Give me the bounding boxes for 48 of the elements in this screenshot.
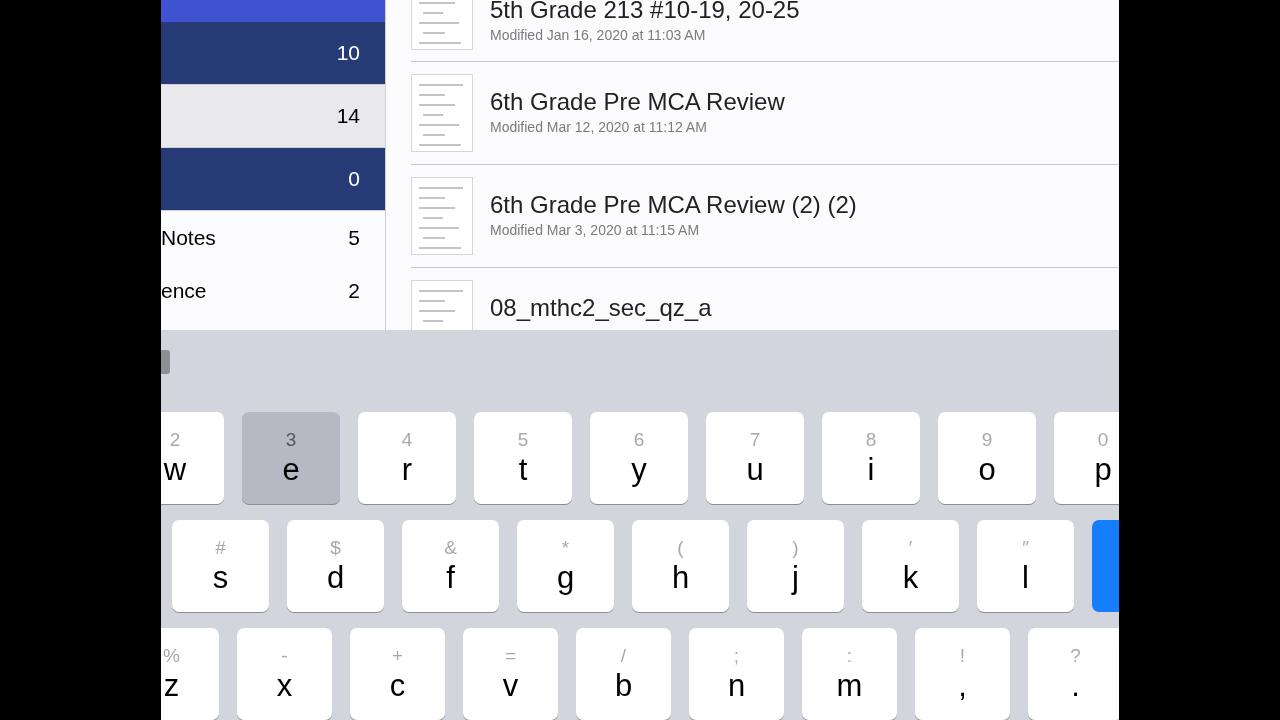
file-row[interactable]: 08_mthc2_sec_qz_a — [411, 268, 1119, 330]
keyboard-key[interactable]: & f — [402, 520, 499, 612]
keyboard-key[interactable]: ′ k — [862, 520, 959, 612]
file-row[interactable]: 5th Grade 213 #10-19, 20-25 Modified Jan 16, 2020 at 11:03 AM — [411, 0, 1119, 62]
keyboard-key[interactable]: = v — [463, 628, 558, 720]
keyboard-key[interactable]: 3 e — [242, 412, 340, 504]
keyboard-key[interactable]: 7 u — [706, 412, 804, 504]
toolbar-icon[interactable] — [161, 350, 170, 374]
sidebar-item[interactable]: 14 — [161, 85, 385, 148]
item-count: 0 — [348, 166, 360, 193]
keyboard-key[interactable]: - x — [237, 628, 332, 720]
item-count: 5 — [348, 224, 360, 251]
keyboard-key[interactable]: 0 p — [1054, 412, 1119, 504]
item-label: Notes — [161, 224, 216, 251]
item-count: 2 — [348, 277, 360, 304]
file-title: 6th Grade Pre MCA Review (2) (2) — [490, 191, 857, 219]
keyboard-key[interactable]: ) j — [747, 520, 844, 612]
keyboard-key[interactable]: ? . — [1028, 628, 1119, 720]
keyboard-key[interactable]: % z — [161, 628, 219, 720]
keyboard-key[interactable]: * g — [517, 520, 614, 612]
item-count: 10 — [336, 40, 360, 67]
keyboard-key[interactable]: $ d — [287, 520, 384, 612]
keyboard-key[interactable]: / b — [576, 628, 671, 720]
item-count: 14 — [336, 103, 360, 130]
keyboard-key[interactable]: 4 r — [358, 412, 456, 504]
sidebar-item[interactable]: 10 — [161, 22, 385, 85]
file-title: 6th Grade Pre MCA Review — [490, 88, 785, 116]
file-modified: Modified Jan 16, 2020 at 11:03 AM — [490, 26, 707, 45]
file-modified: Modified Mar 12, 2020 at 11:12 AM — [490, 118, 708, 137]
keyboard-key[interactable]: ( h — [632, 520, 729, 612]
keyboard-key[interactable]: 9 o — [938, 412, 1036, 504]
keyboard-key[interactable]: 5 t — [474, 412, 572, 504]
file-row[interactable]: 6th Grade Pre MCA Review Modified Mar 12, 2020 at 11:12 AM — [411, 62, 1119, 165]
sidebar-item[interactable]: 0 — [161, 148, 385, 211]
file-modified: Modified Mar 3, 2020 at 11:15 AM — [490, 221, 701, 240]
file-row[interactable]: 6th Grade Pre MCA Review (2) (2) Modified Mar 3, 2020 at 11:15 AM — [411, 165, 1119, 268]
keyboard-key[interactable]: 2 w — [161, 412, 224, 504]
file-title: 08_mthc2_sec_qz_a — [490, 294, 712, 322]
keyboard-key[interactable]: ″ l — [977, 520, 1074, 612]
keyboard-key[interactable]: ; n — [689, 628, 784, 720]
keyboard-key[interactable]: 6 y — [590, 412, 688, 504]
keyboard-key[interactable]: ! , — [915, 628, 1010, 720]
keyboard-key[interactable]: + c — [350, 628, 445, 720]
keyboard-key[interactable]: # s — [172, 520, 269, 612]
file-title: 5th Grade 213 #10-19, 20-25 — [490, 0, 800, 24]
keyboard-key[interactable]: : m — [802, 628, 897, 720]
item-label: ence — [161, 277, 207, 304]
keyboard-key[interactable]: 8 i — [822, 412, 920, 504]
